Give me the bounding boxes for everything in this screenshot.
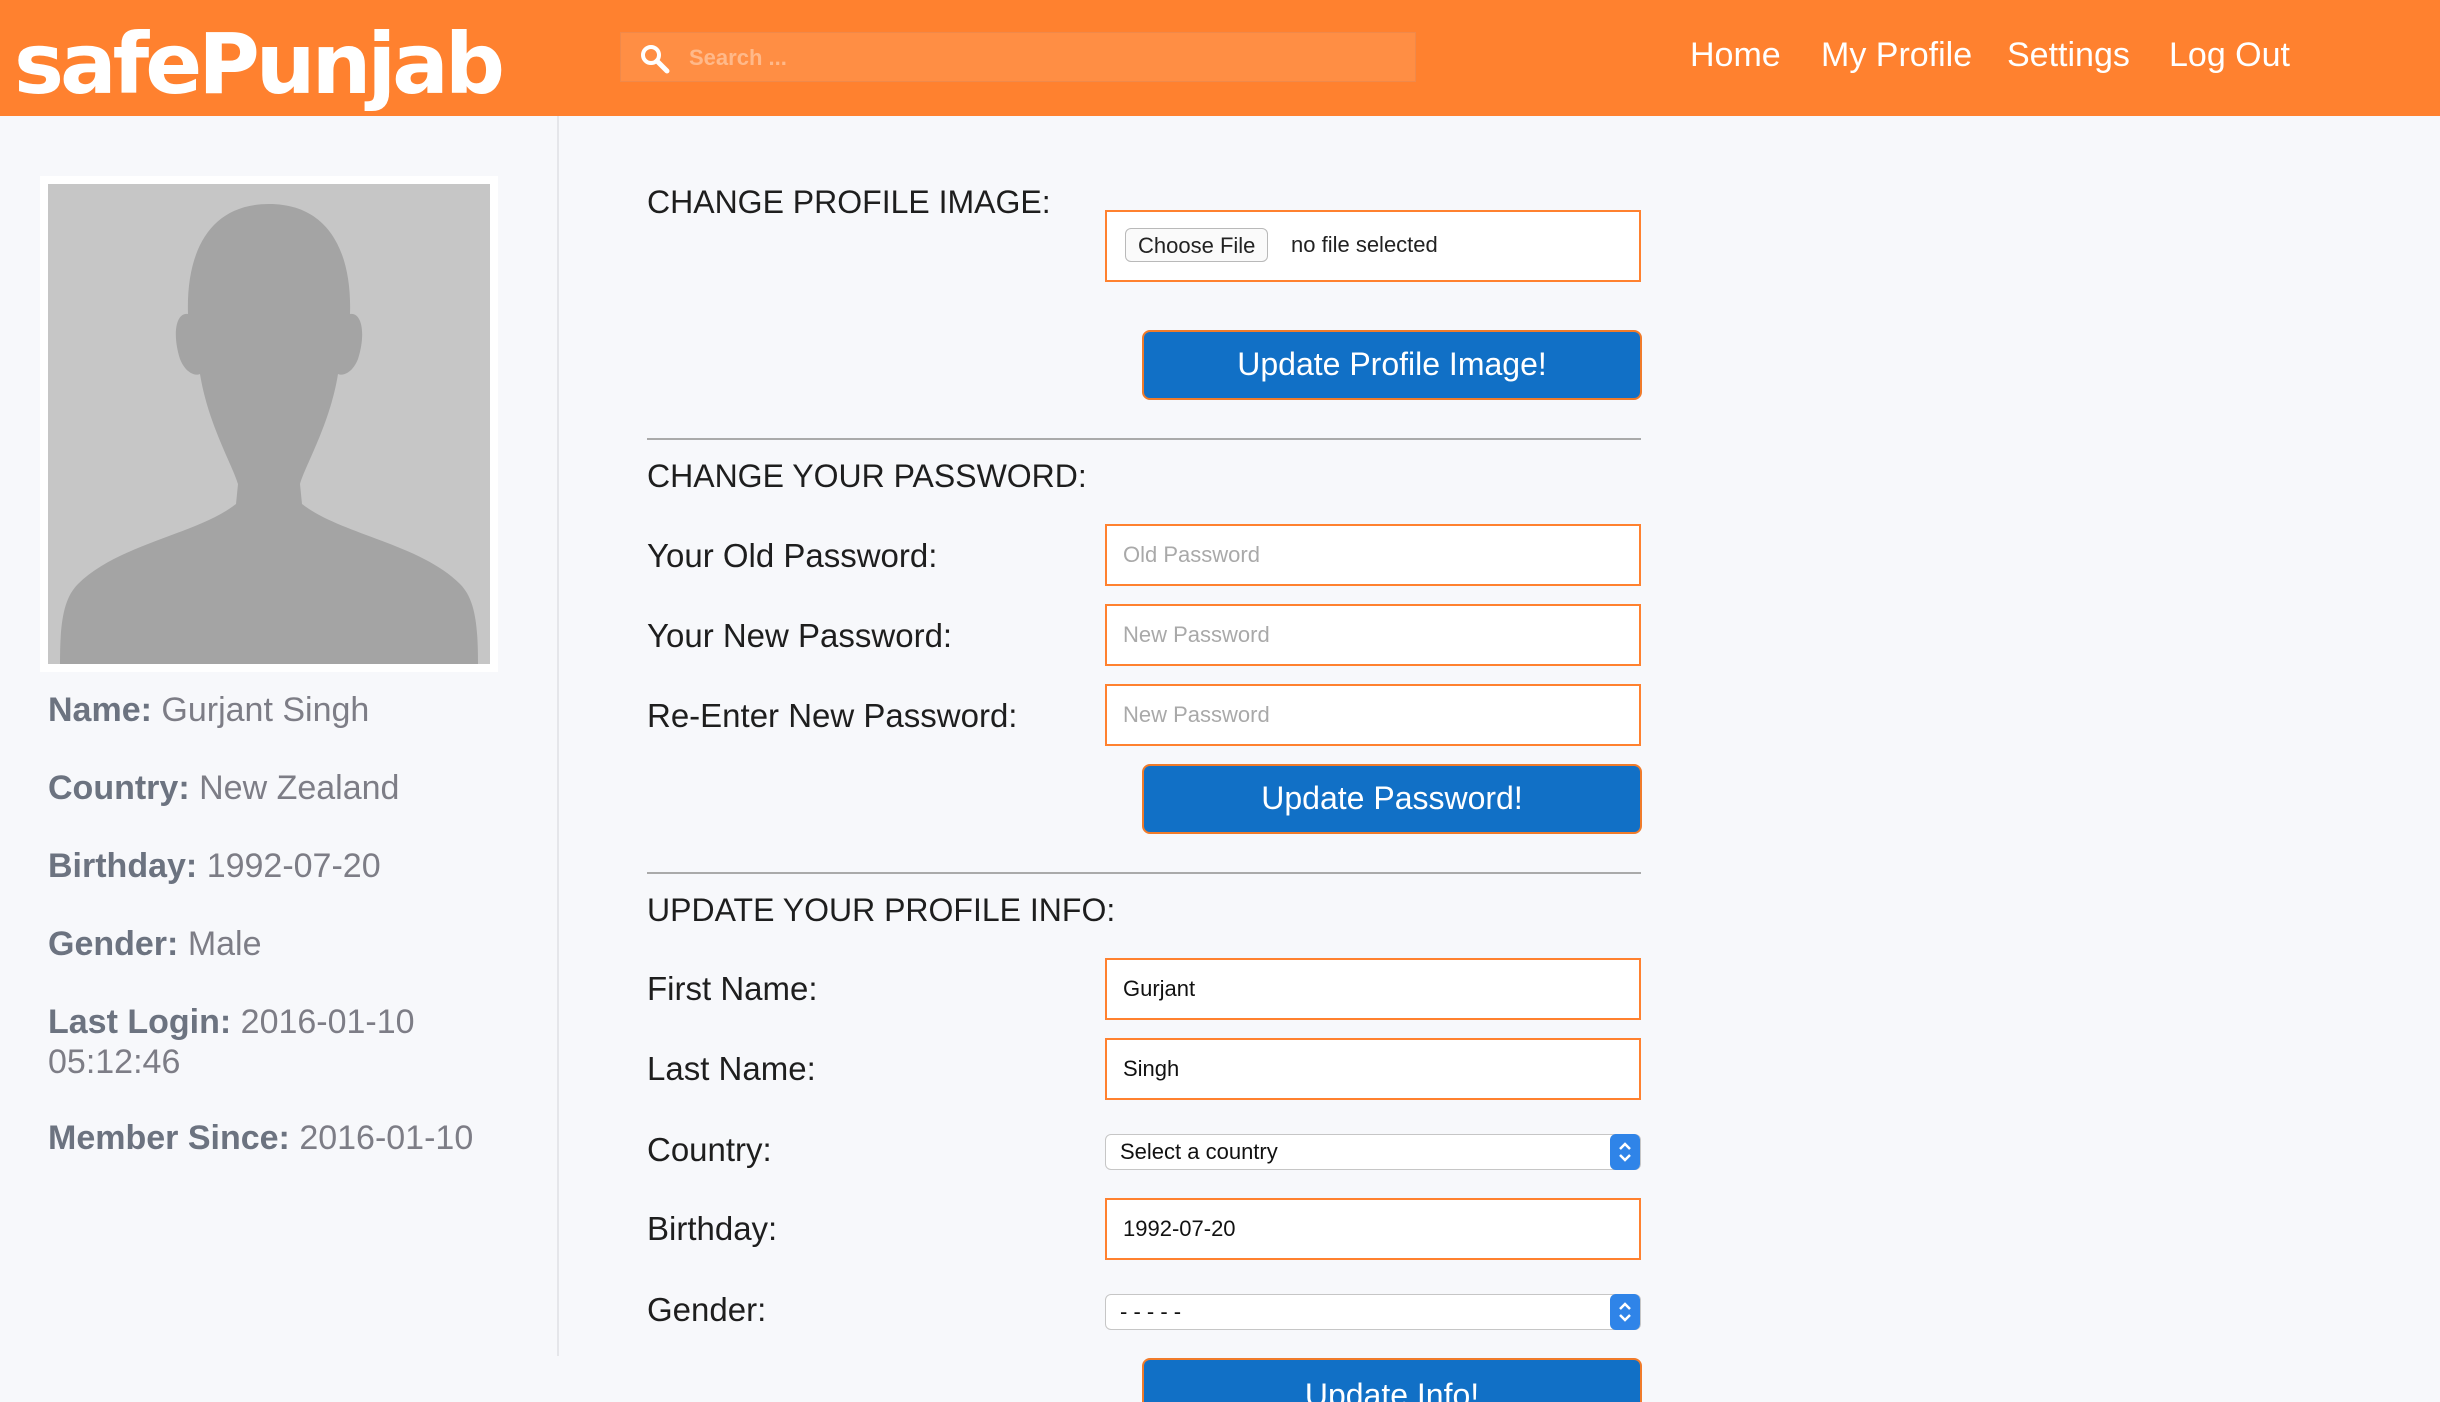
old-password-field[interactable]: [1105, 524, 1641, 586]
birthday-label: Birthday:: [647, 1210, 778, 1247]
country-selected-value: Select a country: [1120, 1139, 1278, 1164]
site-logo[interactable]: safePunjab: [14, 4, 505, 124]
new-password-input[interactable]: [1107, 606, 1639, 664]
gender-select[interactable]: - - - - -: [1105, 1294, 1641, 1330]
reenter-password-field[interactable]: [1105, 684, 1641, 746]
search-icon: [641, 45, 670, 74]
profile-country: Country: New Zealand: [48, 769, 400, 807]
profile-member-since: Member Since: 2016-01-10: [48, 1119, 474, 1157]
sidebar-divider: [557, 116, 559, 1356]
default-avatar-icon: [48, 184, 490, 664]
profile-gender: Gender: Male: [48, 925, 262, 963]
select-arrows-icon: [1610, 1134, 1640, 1170]
gender-selected-value: - - - - -: [1120, 1299, 1182, 1324]
country-select[interactable]: Select a country: [1105, 1134, 1641, 1170]
nav-home[interactable]: Home: [1690, 0, 1781, 110]
last-name-label: Last Name:: [647, 1050, 816, 1087]
select-arrows-icon: [1610, 1294, 1640, 1330]
password-section-title: CHANGE YOUR PASSWORD:: [647, 458, 1087, 494]
section-divider: [647, 872, 1641, 874]
first-name-field[interactable]: [1105, 958, 1641, 1020]
birthday-field[interactable]: [1105, 1198, 1641, 1260]
section-divider: [647, 438, 1641, 440]
birthday-input[interactable]: [1107, 1200, 1639, 1258]
last-name-input[interactable]: [1107, 1040, 1639, 1098]
last-name-field[interactable]: [1105, 1038, 1641, 1100]
old-password-input[interactable]: [1107, 526, 1639, 584]
country-label: Country:: [647, 1131, 772, 1168]
file-status: no file selected: [1291, 232, 1438, 257]
reenter-password-input[interactable]: [1107, 686, 1639, 744]
choose-file-button[interactable]: Choose File: [1125, 228, 1269, 262]
info-section-title: UPDATE YOUR PROFILE INFO:: [647, 892, 1116, 928]
search-box[interactable]: [620, 32, 1416, 82]
profile-image-file-input[interactable]: Choose File no file selected: [1105, 210, 1641, 282]
gender-label: Gender:: [647, 1291, 767, 1328]
profile-birthday: Birthday: 1992-07-20: [48, 847, 381, 885]
avatar-frame: [40, 176, 498, 672]
update-profile-image-button[interactable]: Update Profile Image!: [1142, 330, 1642, 400]
profile-name: Name: Gurjant Singh: [48, 691, 370, 729]
search-input[interactable]: [687, 39, 1391, 77]
nav-my-profile[interactable]: My Profile: [1821, 0, 1972, 110]
new-password-field[interactable]: [1105, 604, 1641, 666]
new-password-label: Your New Password:: [647, 617, 953, 654]
reenter-password-label: Re-Enter New Password:: [647, 697, 1018, 734]
profile-last-login: Last Login: 2016-01-10 05:12:46: [48, 1003, 415, 1081]
old-password-label: Your Old Password:: [647, 537, 938, 574]
avatar: [48, 184, 490, 664]
top-bar: safePunjab Home My Profile Settings Log …: [0, 0, 2440, 116]
nav-settings[interactable]: Settings: [2007, 0, 2130, 110]
update-password-button[interactable]: Update Password!: [1142, 764, 1642, 834]
first-name-input[interactable]: [1107, 960, 1639, 1018]
first-name-label: First Name:: [647, 970, 818, 1007]
image-section-title: CHANGE PROFILE IMAGE:: [647, 184, 1051, 220]
update-info-button[interactable]: Update Info!: [1142, 1358, 1642, 1402]
nav-log-out[interactable]: Log Out: [2169, 0, 2290, 110]
